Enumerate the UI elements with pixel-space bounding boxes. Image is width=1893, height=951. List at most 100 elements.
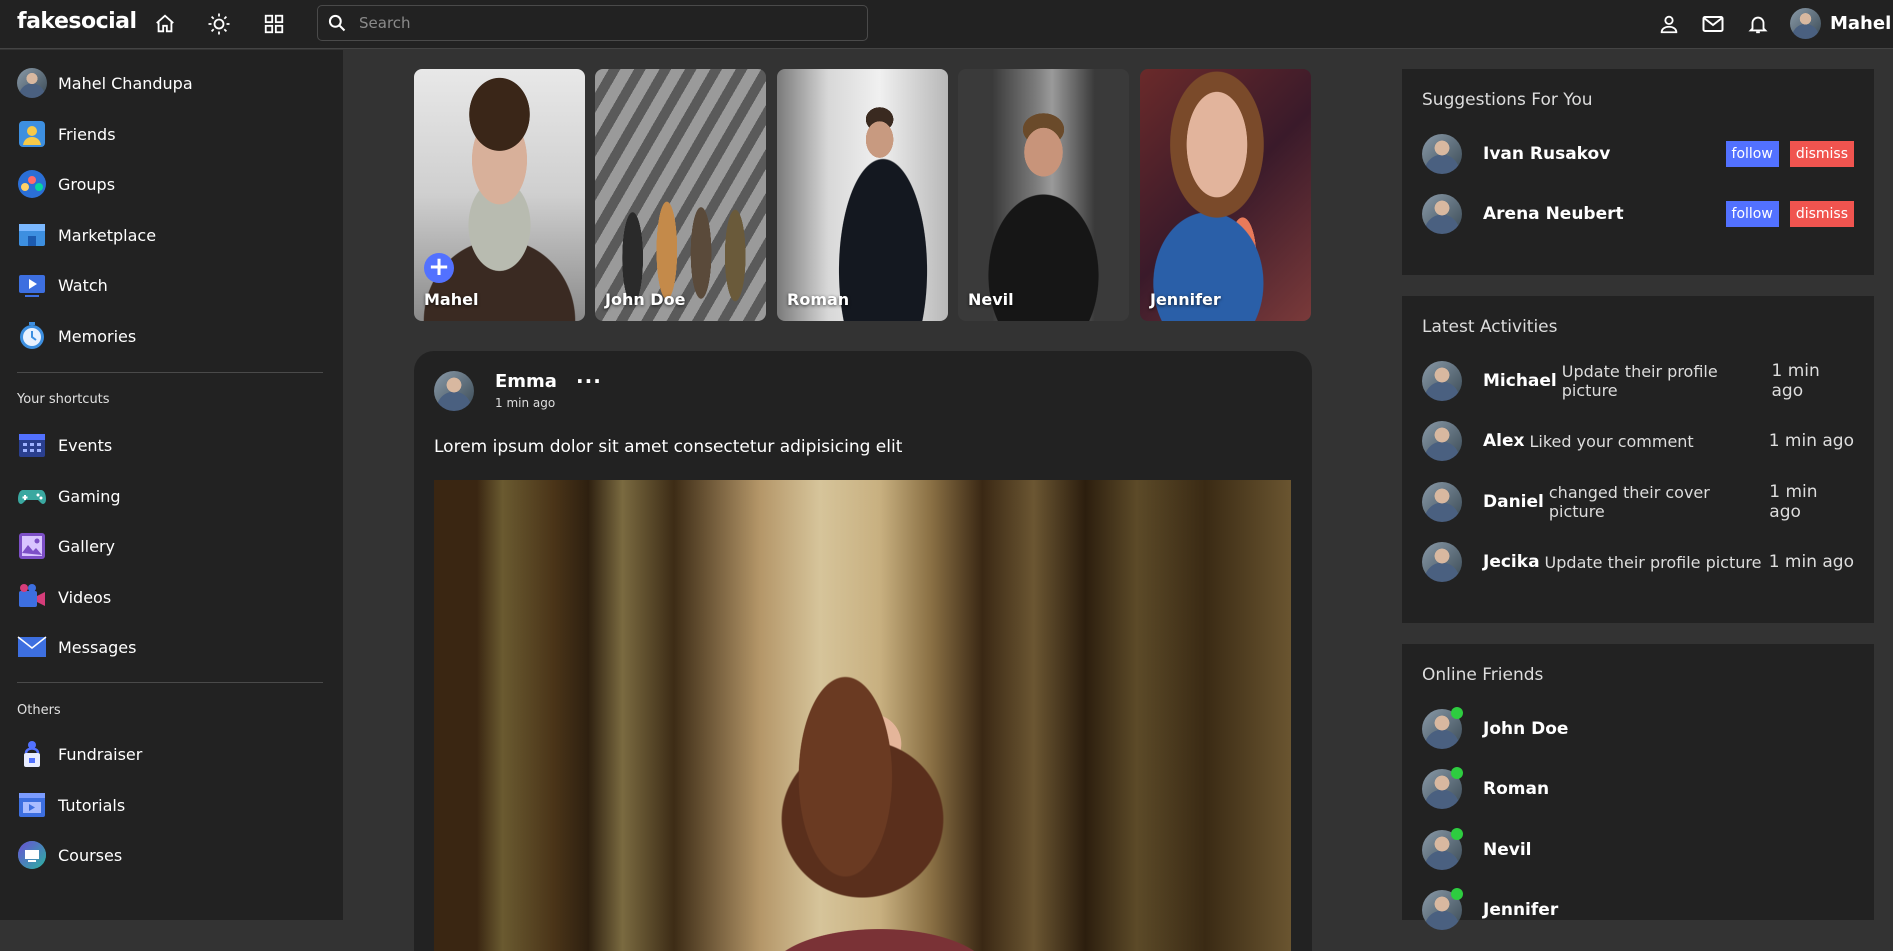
sidebar-item-label: Gaming: [58, 486, 121, 506]
online-friend-row[interactable]: Jennifer: [1422, 888, 1854, 930]
sidebar-item-events[interactable]: Events: [17, 430, 112, 460]
online-status-dot: [1451, 767, 1463, 779]
story-name: Jennifer: [1150, 290, 1221, 309]
activity-user[interactable]: Michael: [1483, 371, 1557, 391]
activity-time: 1 min ago: [1769, 482, 1818, 522]
nav-user-menu[interactable]: Mahel: [1790, 8, 1891, 39]
apps-grid-icon[interactable]: [261, 11, 287, 37]
others-heading: Others: [17, 703, 61, 718]
activity-user[interactable]: Daniel: [1483, 492, 1544, 512]
sidebar-item-label: Fundraiser: [58, 744, 143, 764]
sidebar-item-videos[interactable]: Videos: [17, 582, 111, 612]
dismiss-button[interactable]: dismiss: [1789, 201, 1854, 227]
sidebar-item-gaming[interactable]: Gaming: [17, 481, 121, 511]
activity-action: changed their cover picture: [1548, 483, 1710, 521]
story-name: Nevil: [968, 290, 1014, 309]
events-calendar-icon: [17, 430, 47, 460]
sidebar-profile[interactable]: Mahel Chandupa: [17, 68, 193, 98]
post-card: Emma 1 min ago ··· Lorem ipsum dolor sit…: [414, 351, 1312, 951]
sidebar-item-watch[interactable]: Watch: [17, 270, 108, 300]
story-card[interactable]: Roman: [777, 69, 948, 321]
sidebar-item-gallery[interactable]: Gallery: [17, 531, 115, 561]
online-status-dot: [1451, 707, 1463, 719]
suggestions-panel: Suggestions For You Ivan Rusakov follow …: [1402, 69, 1874, 275]
app-logo[interactable]: fakesocial: [17, 9, 137, 34]
sidebar-item-groups[interactable]: Groups: [17, 169, 115, 199]
online-status-dot: [1451, 828, 1463, 840]
sidebar-item-label: Memories: [58, 326, 137, 346]
suggestions-title: Suggestions For You: [1422, 90, 1593, 110]
post-image[interactable]: [434, 480, 1291, 951]
sidebar-item-tutorials[interactable]: Tutorials: [17, 790, 125, 820]
marketplace-icon: [17, 220, 47, 250]
story-card[interactable]: John Doe: [595, 69, 766, 321]
follow-button[interactable]: follow: [1725, 141, 1779, 167]
suggestion-row: Arena Neubert follow dismiss: [1422, 194, 1854, 234]
theme-toggle-icon[interactable]: [206, 11, 232, 37]
more-options-icon[interactable]: ···: [576, 369, 602, 393]
shortcuts-heading: Your shortcuts: [17, 392, 110, 407]
videos-camera-icon: [17, 582, 47, 612]
online-friend-name: John Doe: [1483, 719, 1569, 739]
online-friend-row[interactable]: Nevil: [1422, 828, 1854, 870]
add-story-plus-icon[interactable]: +: [424, 253, 454, 283]
online-friend-row[interactable]: Roman: [1422, 767, 1854, 809]
suggestion-row: Ivan Rusakov follow dismiss: [1422, 134, 1854, 174]
sidebar-item-label: Friends: [58, 124, 116, 144]
search-bar: [317, 5, 868, 41]
story-name: Mahel: [424, 290, 479, 309]
fundraiser-icon: [17, 739, 47, 769]
watch-video-icon: [17, 270, 47, 300]
post-author-name[interactable]: Emma: [495, 371, 557, 392]
story-card-own[interactable]: + Mahel: [414, 69, 585, 321]
memories-clock-icon: [17, 321, 47, 351]
sidebar-item-courses[interactable]: Courses: [17, 840, 122, 870]
sidebar-item-fundraiser[interactable]: Fundraiser: [17, 739, 142, 769]
post-timestamp: 1 min ago: [495, 396, 556, 410]
activities-title: Latest Activities: [1422, 317, 1558, 337]
dismiss-button[interactable]: dismiss: [1789, 141, 1854, 167]
suggestion-avatar[interactable]: [1422, 194, 1462, 234]
sidebar-item-messages[interactable]: Messages: [17, 632, 136, 662]
activity-avatar[interactable]: [1422, 421, 1462, 461]
sidebar-item-label: Groups: [58, 174, 116, 194]
activity-avatar[interactable]: [1422, 361, 1462, 401]
friends-icon: [17, 119, 47, 149]
activity-row: Daniel changed their cover picture 1 min…: [1422, 482, 1854, 522]
story-card[interactable]: Jennifer: [1140, 69, 1311, 321]
sidebar-profile-name: Mahel Chandupa: [58, 73, 193, 93]
latest-activities-panel: Latest Activities Michael Update their p…: [1402, 296, 1874, 623]
follow-button[interactable]: follow: [1725, 201, 1779, 227]
profile-icon[interactable]: [1656, 11, 1682, 37]
home-icon[interactable]: [152, 11, 178, 37]
suggestion-name[interactable]: Arena Neubert: [1483, 204, 1624, 224]
suggestion-avatar[interactable]: [1422, 134, 1462, 174]
suggestion-name[interactable]: Ivan Rusakov: [1483, 144, 1610, 164]
sidebar-item-label: Gallery: [58, 536, 115, 556]
notifications-bell-icon[interactable]: [1745, 11, 1771, 37]
sidebar-item-label: Messages: [58, 637, 137, 657]
activity-user[interactable]: Jecika: [1483, 552, 1540, 572]
search-input[interactable]: [359, 14, 839, 32]
sidebar-divider: [17, 372, 323, 373]
gallery-image-icon: [17, 531, 47, 561]
activity-user[interactable]: Alex: [1483, 431, 1524, 451]
story-card[interactable]: Nevil: [958, 69, 1129, 321]
post-author[interactable]: Emma 1 min ago: [434, 371, 557, 411]
online-friends-title: Online Friends: [1422, 665, 1544, 685]
sidebar-item-memories[interactable]: Memories: [17, 321, 136, 351]
search-icon: [328, 14, 346, 32]
activity-avatar[interactable]: [1422, 482, 1462, 522]
profile-avatar: [17, 68, 47, 98]
activity-row: Jecika Update their profile picture 1 mi…: [1422, 542, 1854, 582]
mail-icon[interactable]: [1700, 11, 1726, 37]
courses-icon: [17, 840, 47, 870]
activity-avatar[interactable]: [1422, 542, 1462, 582]
sidebar-item-marketplace[interactable]: Marketplace: [17, 220, 156, 250]
sidebar-item-friends[interactable]: Friends: [17, 119, 116, 149]
post-author-avatar: [434, 371, 474, 411]
activity-action: Update their profile picture: [1544, 552, 1762, 572]
story-name: Roman: [787, 290, 850, 309]
online-friend-row[interactable]: John Doe: [1422, 707, 1854, 749]
activity-time: 1 min ago: [1768, 552, 1854, 572]
